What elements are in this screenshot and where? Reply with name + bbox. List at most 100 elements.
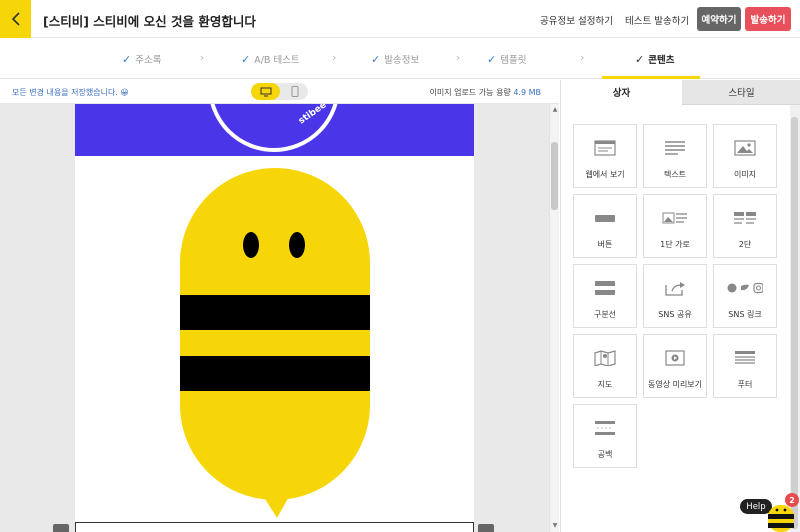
- view-mode-toggle: [251, 83, 308, 100]
- right-panel: 상자 스타일 웹에서 보기 텍스트 이미지 버튼 1단 가로 2단 구분선 SN…: [560, 80, 800, 532]
- block-sns-link[interactable]: SNS 링크: [713, 264, 777, 328]
- block-delete-button[interactable]: [478, 524, 494, 532]
- send-button[interactable]: 발송하기: [745, 7, 791, 31]
- check-icon: ✓: [122, 52, 132, 66]
- editor-toolbar: 모든 변경 내용을 저장했습니다. 😀 이미지 업로드 가능 용량 4.9 MB: [0, 80, 559, 104]
- spacer-icon: [595, 421, 615, 435]
- block-label: SNS 링크: [728, 310, 762, 319]
- back-button[interactable]: [0, 0, 31, 38]
- block-text[interactable]: 텍스트: [643, 124, 707, 188]
- stibee-logo-circle: stibee: [210, 104, 338, 152]
- email-content[interactable]: stibee: [75, 104, 474, 532]
- block-label: 텍스트: [663, 170, 687, 179]
- text-icon: [665, 141, 685, 155]
- block-two-column[interactable]: 2단: [713, 194, 777, 258]
- upload-capacity-label: 이미지 업로드 가능 용량: [429, 88, 511, 97]
- smile-emoji-icon: 😀: [120, 88, 129, 97]
- canvas-scrollbar[interactable]: ▲ ▼: [549, 104, 559, 532]
- check-icon: ✓: [487, 52, 497, 66]
- block-map[interactable]: 지도: [573, 334, 637, 398]
- block-label: 1단 가로: [660, 240, 690, 249]
- block-label: 웹에서 보기: [585, 170, 625, 179]
- button-icon: [595, 215, 615, 222]
- map-icon: [594, 350, 616, 366]
- canvas-scroll-thumb[interactable]: [551, 142, 558, 210]
- save-status-text: 모든 변경 내용을 저장했습니다.: [12, 88, 118, 97]
- block-label: SNS 공유: [658, 310, 692, 319]
- divider-icon: [595, 281, 615, 295]
- chevron-right-icon: ›: [580, 51, 585, 64]
- image-icon: [734, 140, 756, 156]
- active-step-indicator: [602, 76, 700, 79]
- block-label: 공백: [597, 450, 613, 459]
- panel-tabs: 상자 스타일: [561, 80, 800, 105]
- bee-illustration[interactable]: [75, 156, 474, 532]
- video-preview-icon: [665, 350, 685, 366]
- block-label: 구분선: [593, 310, 617, 319]
- block-label: 버튼: [597, 240, 613, 249]
- block-label: 푸터: [737, 380, 753, 389]
- share-settings-link[interactable]: 공유정보 설정하기: [540, 13, 613, 27]
- two-column-icon: [734, 212, 756, 224]
- scroll-up-arrow-icon[interactable]: ▲: [551, 106, 559, 113]
- desktop-view-button[interactable]: [251, 83, 280, 100]
- block-footer[interactable]: 푸터: [713, 334, 777, 398]
- chevron-left-icon: [11, 12, 20, 26]
- block-palette: 웹에서 보기 텍스트 이미지 버튼 1단 가로 2단 구분선 SNS 공유 SN…: [561, 105, 800, 532]
- web-view-icon: [594, 140, 616, 156]
- step-send-info[interactable]: ✓ 발송정보: [371, 52, 420, 67]
- block-sns-share[interactable]: SNS 공유: [643, 264, 707, 328]
- tab-box[interactable]: 상자: [561, 80, 682, 105]
- mobile-view-button[interactable]: [281, 83, 308, 100]
- panel-scroll-thumb[interactable]: [791, 117, 798, 529]
- notification-badge: 2: [785, 493, 799, 507]
- step-label: 템플릿: [500, 55, 527, 66]
- block-one-column-horizontal[interactable]: 1단 가로: [643, 194, 707, 258]
- step-template[interactable]: ✓ 템플릿: [487, 52, 527, 67]
- chevron-right-icon: ›: [332, 51, 337, 64]
- check-icon: ✓: [371, 52, 381, 66]
- step-ab-test[interactable]: ✓ A/B 테스트: [241, 52, 300, 67]
- panel-scrollbar[interactable]: [790, 105, 800, 532]
- block-spacer[interactable]: 공백: [573, 404, 637, 468]
- block-video-preview[interactable]: 동영상 미리보기: [643, 334, 707, 398]
- desktop-icon: [260, 87, 271, 96]
- mobile-icon: [291, 86, 298, 97]
- sns-link-icon: [727, 282, 763, 294]
- step-label: 발송정보: [384, 55, 420, 66]
- step-label: 주소록: [135, 55, 162, 66]
- block-label: 이미지: [733, 170, 757, 179]
- step-address-book[interactable]: ✓ 주소록: [122, 52, 162, 67]
- block-label: 지도: [597, 380, 613, 389]
- step-contents[interactable]: ✓ 콘텐츠: [635, 52, 675, 67]
- scroll-down-arrow-icon[interactable]: ▼: [551, 522, 559, 529]
- email-canvas: stibee: [0, 104, 549, 532]
- upload-capacity-value: 4.9 MB: [513, 88, 541, 97]
- check-icon: ✓: [241, 52, 251, 66]
- test-send-link[interactable]: 테스트 발송하기: [625, 13, 689, 27]
- check-icon: ✓: [635, 52, 645, 66]
- email-header-banner[interactable]: stibee: [75, 104, 474, 156]
- step-label: 콘텐츠: [648, 55, 675, 66]
- one-column-horizontal-icon: [662, 212, 687, 224]
- help-bee-icon[interactable]: [766, 503, 796, 532]
- top-header: [스티비] 스티비에 오신 것을 환영합니다 공유정보 설정하기 테스트 발송하…: [0, 0, 800, 38]
- selected-block-outline[interactable]: [75, 522, 474, 532]
- block-image[interactable]: 이미지: [713, 124, 777, 188]
- block-label: 2단: [738, 240, 752, 249]
- chevron-right-icon: ›: [200, 51, 205, 64]
- sns-share-icon: [665, 282, 685, 296]
- chevron-right-icon: ›: [456, 51, 461, 64]
- block-button[interactable]: 버튼: [573, 194, 637, 258]
- block-move-button[interactable]: [53, 524, 69, 532]
- save-status: 모든 변경 내용을 저장했습니다. 😀: [12, 87, 129, 98]
- upload-capacity: 이미지 업로드 가능 용량 4.9 MB: [430, 87, 541, 98]
- block-divider[interactable]: 구분선: [573, 264, 637, 328]
- block-label: 동영상 미리보기: [647, 380, 703, 389]
- step-navigation: ✓ 주소록 › ✓ A/B 테스트 › ✓ 발송정보 › ✓ 템플릿 › ✓ 콘…: [0, 38, 800, 79]
- schedule-button[interactable]: 예약하기: [697, 7, 741, 31]
- step-label: A/B 테스트: [254, 55, 300, 66]
- block-web-view[interactable]: 웹에서 보기: [573, 124, 637, 188]
- page-title: [스티비] 스티비에 오신 것을 환영합니다: [43, 14, 256, 29]
- tab-style[interactable]: 스타일: [682, 80, 800, 105]
